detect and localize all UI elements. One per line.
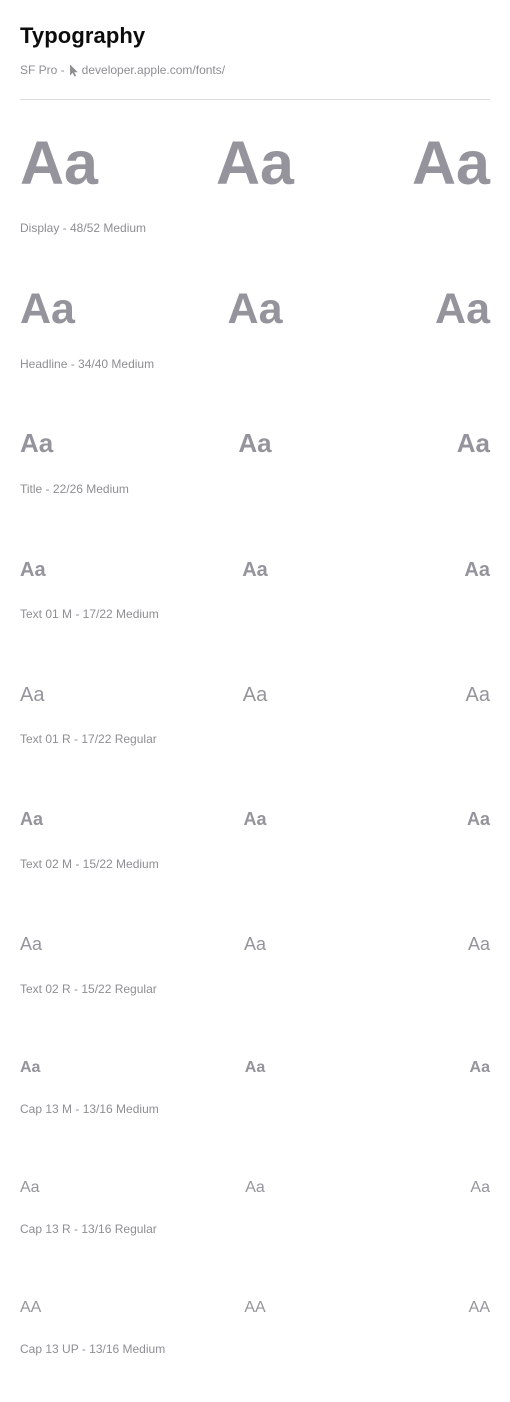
sample-text-01-m-1: Aa <box>20 559 46 581</box>
sample-headline-1: Aa <box>20 285 75 333</box>
style-text-01-r: Aa Aa Aa Text 01 R - 17/22 Regular <box>20 684 490 746</box>
sample-text-01-r-2: Aa <box>242 684 268 706</box>
header-divider <box>20 99 490 100</box>
sample-cap-13-m-3: Aa <box>469 1059 490 1076</box>
sample-display-3: Aa <box>412 129 490 197</box>
sample-cap-13-m-1: Aa <box>20 1059 41 1076</box>
sample-title-1: Aa <box>20 428 54 458</box>
style-cap-13-up: AA AA AA Cap 13 UP - 13/16 Medium <box>20 1299 490 1357</box>
style-headline: Aa Aa Aa Headline - 34/40 Medium <box>20 288 490 372</box>
style-cap-13-m: Aa Aa Aa Cap 13 M - 13/16 Medium <box>20 1059 490 1117</box>
spec-label-display: Display - 48/52 Medium <box>20 221 147 235</box>
sample-text-02-r-1: Aa <box>20 934 43 954</box>
page-title: Typography <box>20 23 146 48</box>
spec-label-title: Title - 22/26 Medium <box>20 482 129 496</box>
style-text-01-m: Aa Aa Aa Text 01 M - 17/22 Medium <box>20 559 490 621</box>
style-text-02-m: Aa Aa Aa Text 02 M - 15/22 Medium <box>20 809 490 871</box>
sample-display-2: Aa <box>216 129 294 197</box>
sample-cap-13-r-2: Aa <box>245 1179 265 1196</box>
sample-text-02-r-2: Aa <box>243 934 267 954</box>
sample-cap-13-up-3: AA <box>468 1299 490 1316</box>
spec-label-text-02-m: Text 02 M - 15/22 Medium <box>20 857 159 871</box>
sample-cap-13-up-2: AA <box>244 1299 266 1316</box>
sample-text-01-m-3: Aa <box>464 559 490 581</box>
font-link[interactable]: developer.apple.com/fonts/ <box>82 63 225 77</box>
sample-cap-13-r-3: Aa <box>470 1179 490 1196</box>
sample-text-01-r-1: Aa <box>20 684 45 706</box>
font-source: SF Pro - developer.apple.com/fonts/ <box>20 63 225 77</box>
sample-text-02-m-1: Aa <box>20 809 44 829</box>
cursor-arrow-icon <box>69 64 78 77</box>
spec-label-cap-13-up: Cap 13 UP - 13/16 Medium <box>20 1342 166 1356</box>
style-cap-13-r: Aa Aa Aa Cap 13 R - 13/16 Regular <box>20 1179 490 1237</box>
sample-display-1: Aa <box>20 129 98 197</box>
sample-text-02-m-2: Aa <box>243 809 267 829</box>
sample-text-02-m-3: Aa <box>466 809 490 829</box>
style-title: Aa Aa Aa Title - 22/26 Medium <box>20 428 490 496</box>
spec-label-text-01-r: Text 01 R - 17/22 Regular <box>20 732 157 746</box>
sample-headline-3: Aa <box>435 285 490 333</box>
sample-headline-2: Aa <box>227 285 283 333</box>
style-display: Aa Aa Aa Display - 48/52 Medium <box>20 133 490 236</box>
font-name: SF Pro - <box>20 63 65 77</box>
sample-text-01-r-3: Aa <box>465 684 490 706</box>
style-text-02-r: Aa Aa Aa Text 02 R - 15/22 Regular <box>20 934 490 996</box>
sample-cap-13-m-2: Aa <box>244 1059 266 1076</box>
sample-title-3: Aa <box>456 428 490 458</box>
spec-label-text-01-m: Text 01 M - 17/22 Medium <box>20 607 159 621</box>
sample-text-01-m-2: Aa <box>242 559 268 581</box>
sample-text-02-r-3: Aa <box>467 934 490 954</box>
spec-label-cap-13-r: Cap 13 R - 13/16 Regular <box>20 1222 157 1236</box>
spec-label-cap-13-m: Cap 13 M - 13/16 Medium <box>20 1102 159 1116</box>
sample-cap-13-r-1: Aa <box>20 1179 40 1196</box>
spec-label-headline: Headline - 34/40 Medium <box>20 357 155 371</box>
spec-label-text-02-r: Text 02 R - 15/22 Regular <box>20 982 157 996</box>
sample-cap-13-up-1: AA <box>20 1299 42 1316</box>
sample-title-2: Aa <box>238 428 272 458</box>
